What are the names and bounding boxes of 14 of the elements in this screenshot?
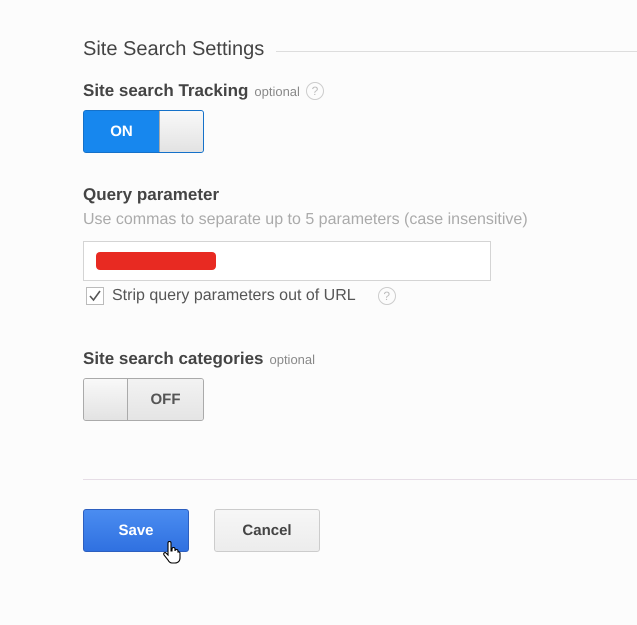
input-field[interactable] — [83, 241, 491, 281]
toggle-switch[interactable]: OFF — [83, 378, 204, 421]
optional-note: optional — [254, 84, 300, 98]
cancel-button[interactable]: Cancel — [214, 509, 320, 552]
checkbox-label: Strip query parameters out of URL — [112, 287, 356, 305]
toggle-switch[interactable]: ON — [83, 110, 204, 153]
field-label: Site search Tracking — [83, 81, 248, 101]
checkbox[interactable] — [86, 287, 104, 305]
optional-note: optional — [269, 352, 316, 366]
field-label: Site search categories — [83, 349, 264, 369]
section-title: Site Search Settings — [83, 38, 264, 61]
hint-text: Use commas to separate up to 5 parameters (case insensitive) — [83, 211, 529, 229]
field-label: Query parameter — [83, 185, 220, 205]
save-button[interactable]: Save — [83, 509, 189, 552]
